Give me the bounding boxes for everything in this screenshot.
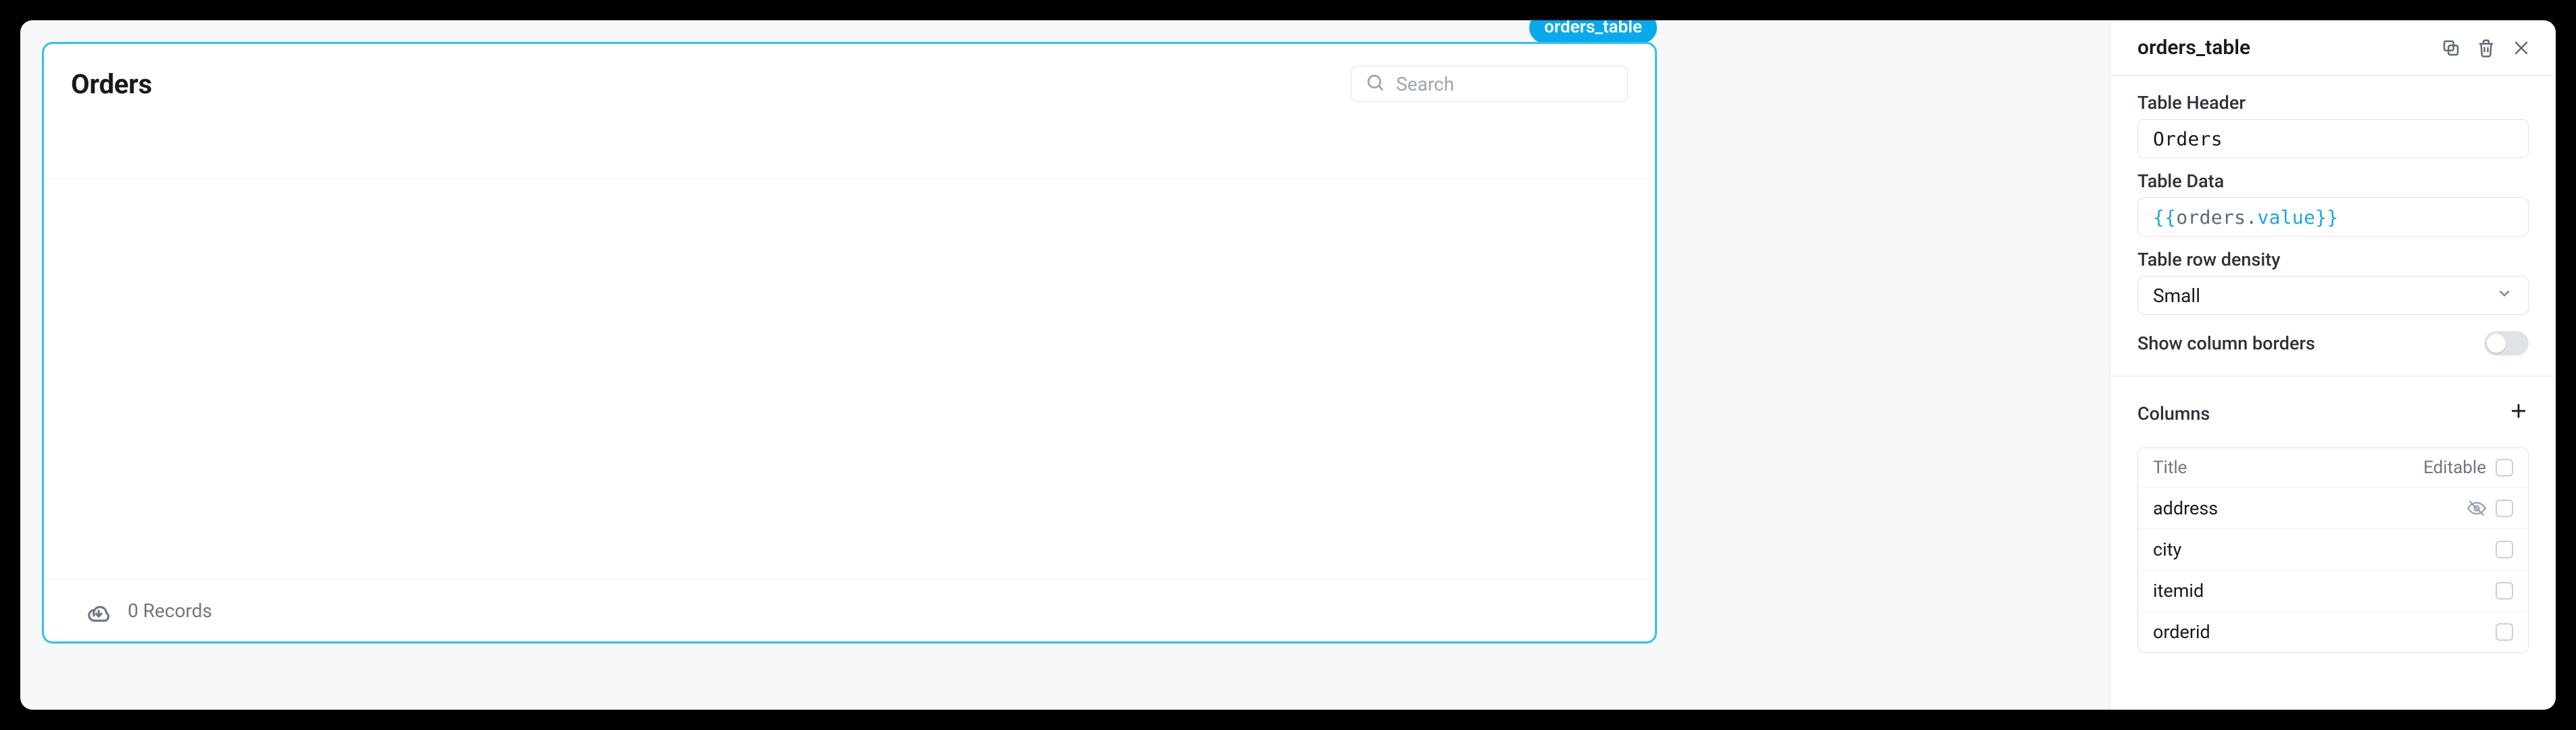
table-title: Orders	[71, 68, 1351, 100]
column-title: address	[2153, 497, 2218, 519]
canvas[interactable]: orders_table Orders Search	[20, 20, 2110, 710]
table-search-input[interactable]: Search	[1351, 66, 1628, 102]
table-body-empty	[44, 179, 1655, 579]
inspector-title: orders_table	[2137, 36, 2438, 59]
column-row-orderid[interactable]: orderid	[2138, 611, 2528, 652]
column-editable-checkbox[interactable]	[2496, 623, 2513, 641]
table-row-density-select[interactable]: Small	[2137, 276, 2529, 315]
columns-list: Title Editable address	[2137, 447, 2529, 653]
column-editable-checkbox[interactable]	[2496, 500, 2513, 517]
column-editable-checkbox[interactable]	[2496, 582, 2513, 600]
table-card: Orders Search 0	[42, 42, 1657, 643]
show-column-borders-toggle[interactable]	[2484, 331, 2529, 356]
builder-stage: orders_table Orders Search	[20, 20, 2556, 710]
column-title: itemid	[2153, 580, 2204, 602]
widget-name-tag[interactable]: orders_table	[1529, 20, 1657, 43]
delete-button[interactable]	[2473, 35, 2499, 61]
columns-head-editable: Editable	[2423, 458, 2486, 478]
search-icon	[1365, 72, 1385, 95]
show-column-borders-label: Show column borders	[2137, 333, 2315, 354]
column-editable-checkbox[interactable]	[2496, 541, 2513, 558]
toggle-knob	[2487, 334, 2506, 353]
columns-editable-all-checkbox[interactable]	[2496, 459, 2513, 477]
columns-list-header: Title Editable	[2138, 448, 2528, 487]
duplicate-button[interactable]	[2438, 35, 2464, 61]
orders-table-widget[interactable]: orders_table Orders Search	[42, 42, 1657, 643]
table-row-density-value: Small	[2153, 285, 2200, 307]
table-records-count: 0 Records	[128, 600, 212, 622]
table-header-label: Table Header	[2137, 92, 2529, 114]
table-header-input[interactable]: Orders	[2137, 119, 2529, 158]
column-title: orderid	[2153, 621, 2210, 643]
table-footer: 0 Records	[44, 579, 1655, 641]
table-data-label: Table Data	[2137, 170, 2529, 192]
column-row-address[interactable]: address	[2138, 487, 2528, 529]
download-icon[interactable]	[86, 598, 112, 624]
close-inspector-button[interactable]	[2508, 35, 2534, 61]
columns-section-label: Columns	[2137, 403, 2210, 424]
table-columns-header-area	[44, 118, 1655, 179]
table-row-density-label: Table row density	[2137, 249, 2529, 270]
table-data-input[interactable]: {{orders.value}}	[2137, 197, 2529, 237]
column-row-city[interactable]: city	[2138, 529, 2528, 570]
chevron-down-icon	[2496, 285, 2513, 307]
add-column-button[interactable]	[2508, 401, 2529, 426]
inspector-panel: orders_table Table Header Orders	[2110, 20, 2556, 710]
columns-head-title: Title	[2153, 458, 2187, 478]
column-title: city	[2153, 539, 2181, 560]
search-placeholder: Search	[1396, 73, 1454, 95]
visibility-off-icon[interactable]	[2467, 499, 2486, 518]
column-row-itemid[interactable]: itemid	[2138, 570, 2528, 611]
